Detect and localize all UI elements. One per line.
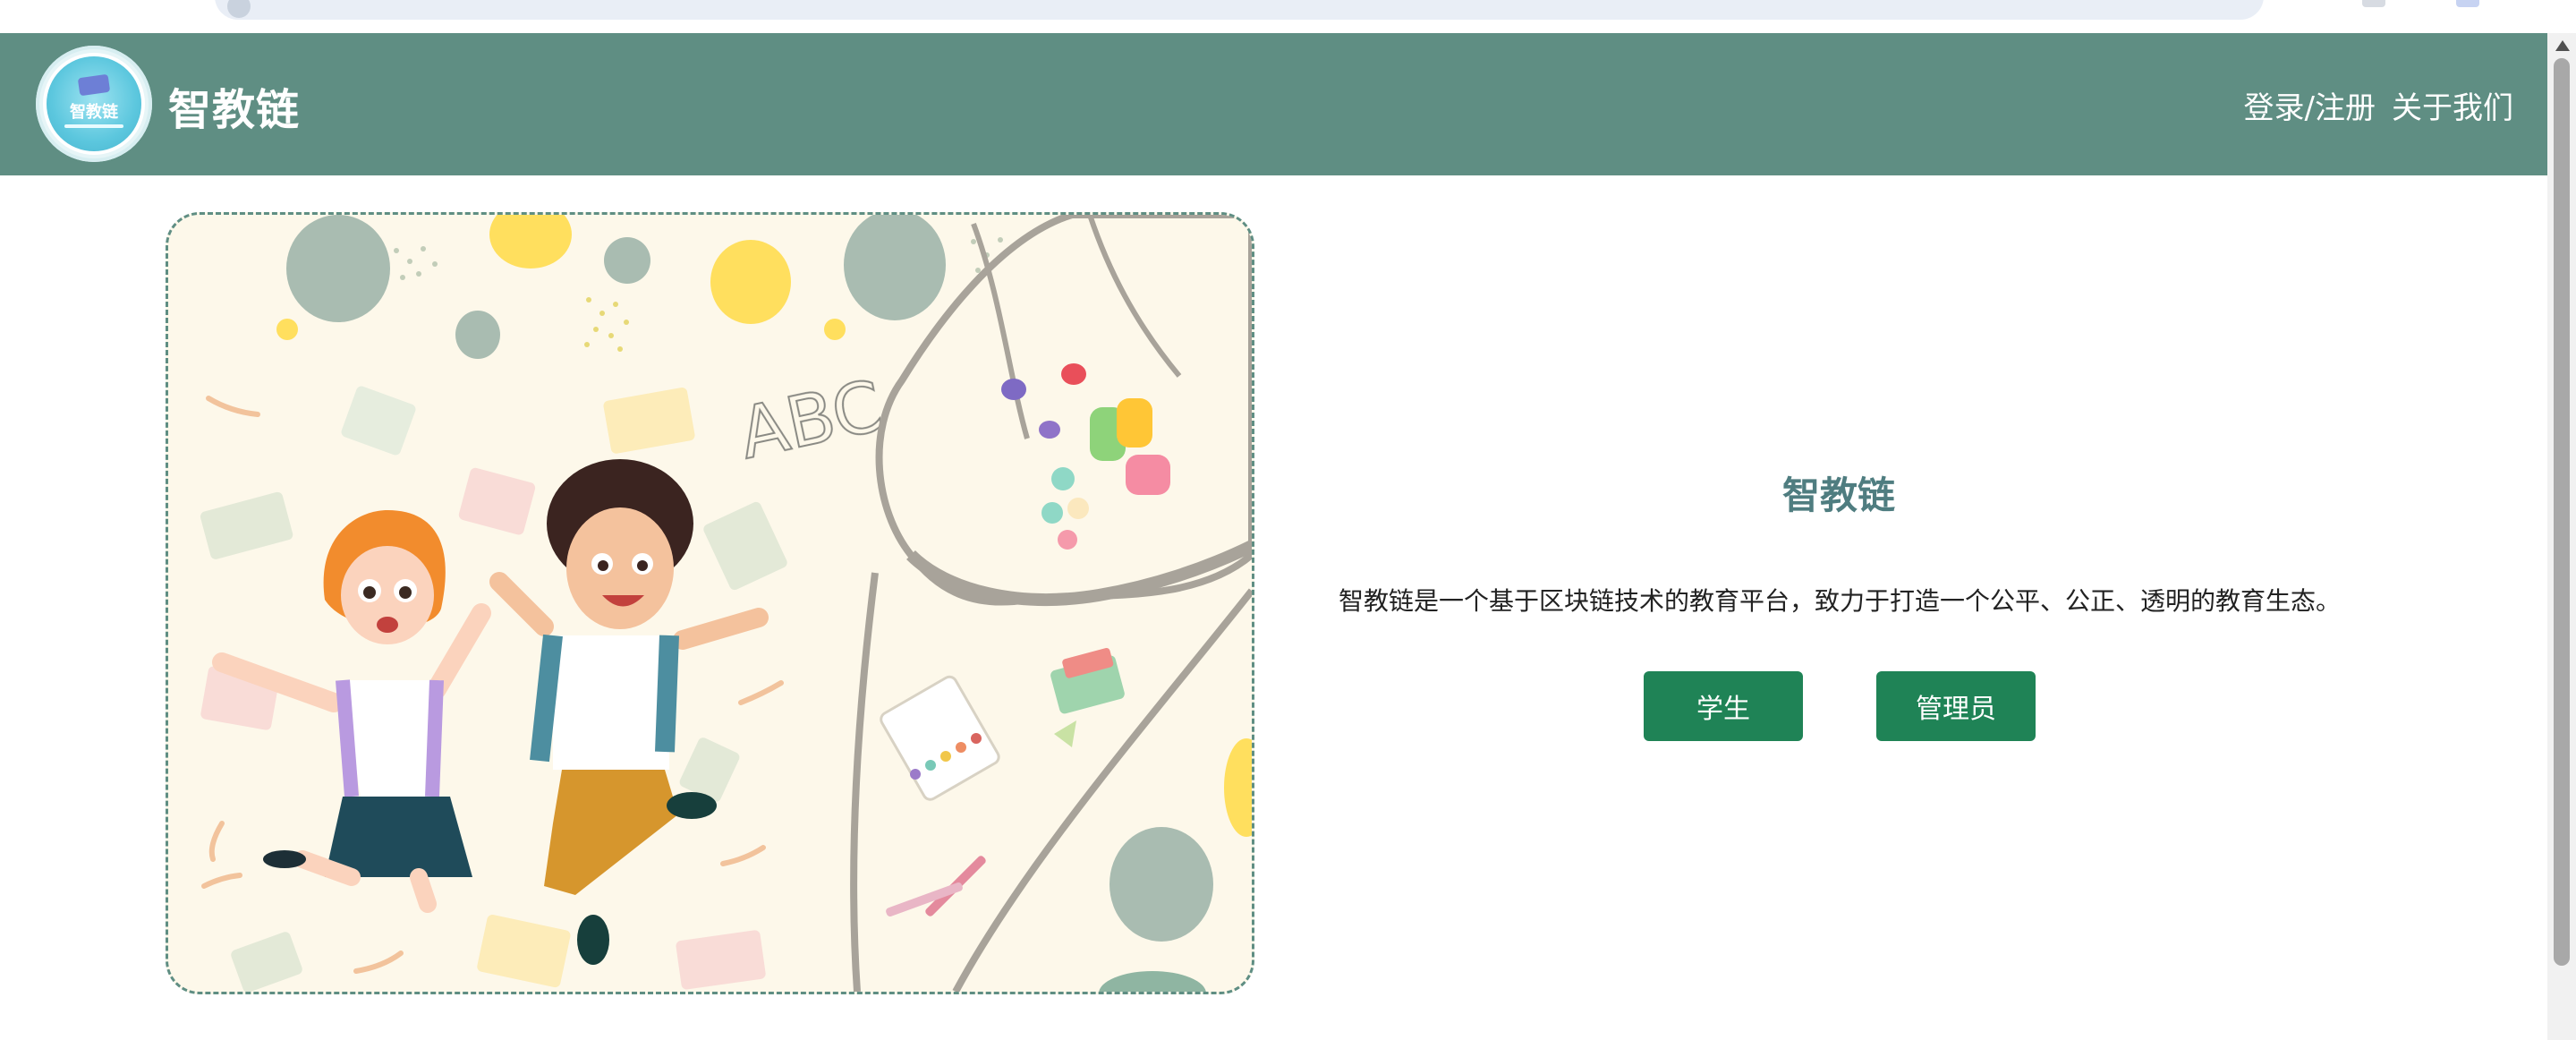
nav-login-register[interactable]: 登录/注册	[2244, 83, 2376, 127]
page-scrollbar[interactable]	[2547, 33, 2576, 1040]
svg-text:ABC: ABC	[733, 366, 889, 474]
student-button[interactable]: 学生	[1644, 671, 1803, 741]
browser-chrome	[0, 0, 2576, 33]
intro-description: 智教链是一个基于区块链技术的教育平台，致力于打造一个公平、公正、透明的教育生态。	[1339, 586, 2342, 616]
graduation-cap-icon	[77, 73, 111, 97]
logo-subline	[64, 124, 123, 128]
intro-title: 智教链	[1781, 473, 1895, 517]
brand-name: 智教链	[168, 85, 301, 135]
nav-about-us[interactable]: 关于我们	[2392, 83, 2513, 127]
extension-icon[interactable]	[2362, 0, 2385, 7]
top-nav: 登录/注册 关于我们	[2244, 83, 2513, 127]
scroll-up-icon[interactable]	[2555, 40, 2570, 51]
scroll-thumb[interactable]	[2554, 58, 2570, 966]
profile-icon[interactable]	[2456, 0, 2479, 7]
logo[interactable]: 智教链	[36, 46, 152, 162]
admin-button[interactable]: 管理员	[1876, 671, 2036, 741]
address-bar[interactable]	[215, 0, 2264, 20]
logo-badge: 智教链	[47, 56, 141, 151]
kids-jumping-illustration: ABC	[200, 215, 1252, 992]
logo-text: 智教链	[70, 103, 118, 122]
intro-section: 智教链	[1297, 465, 2380, 520]
hero-illustration: ABC	[166, 212, 1254, 994]
site-info-icon[interactable]	[227, 0, 251, 18]
top-header: 智教链 智教链 登录/注册 关于我们	[0, 33, 2547, 175]
